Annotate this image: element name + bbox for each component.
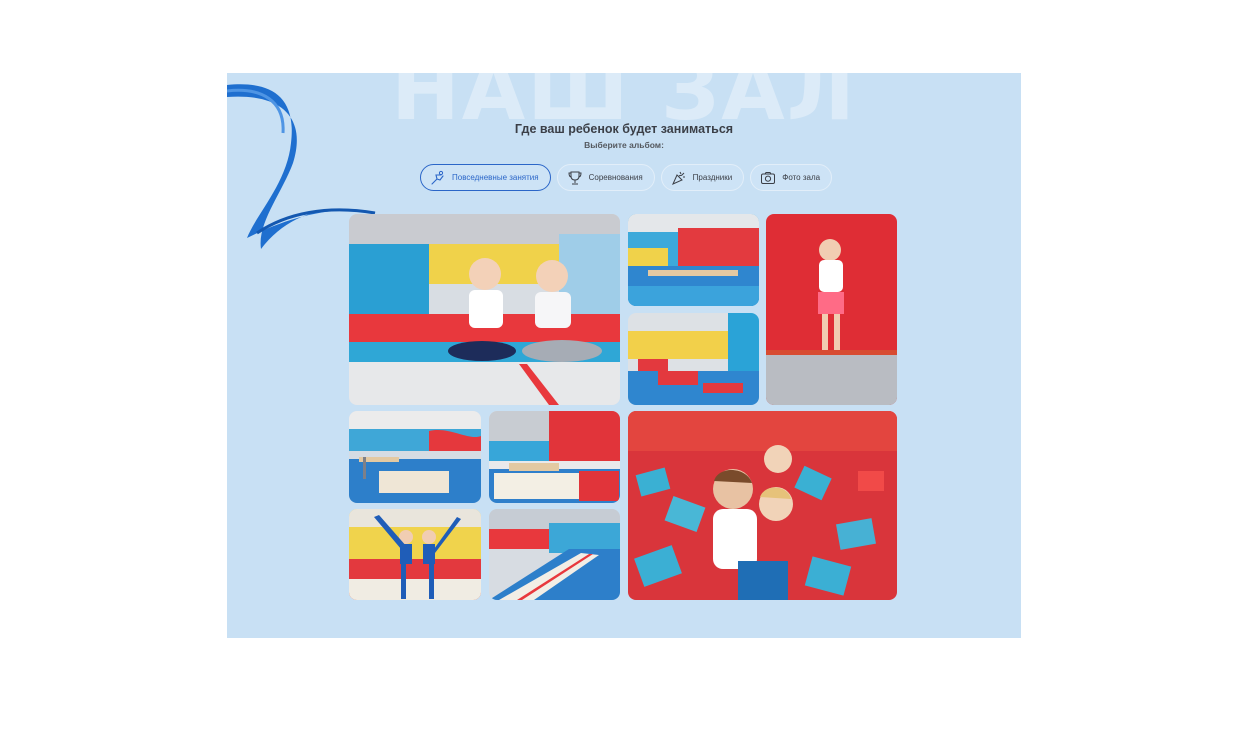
our-gym-section: НАШ ЗАЛ Где ваш ребенок будет заниматься… xyxy=(227,73,1021,638)
trophy-icon xyxy=(568,171,582,184)
tab-competitions[interactable]: Соревнования xyxy=(556,164,655,191)
photo-gym-hall-wide[interactable] xyxy=(628,313,759,405)
camera-icon xyxy=(761,171,776,184)
confetti-icon xyxy=(671,171,685,185)
tab-daily-classes[interactable]: Повседневные занятия xyxy=(420,164,551,191)
tab-holidays[interactable]: Праздники xyxy=(660,164,745,191)
photo-gym-vault[interactable] xyxy=(489,411,620,503)
tab-label: Праздники xyxy=(692,173,733,182)
photo-two-girls-sitting[interactable] xyxy=(349,214,620,405)
photo-gym-beams[interactable] xyxy=(349,411,481,503)
photo-two-girls-splits[interactable] xyxy=(349,509,481,600)
tab-label: Повседневные занятия xyxy=(452,173,539,182)
photo-gym-red-wall[interactable] xyxy=(628,214,759,306)
photo-foam-pit-kids[interactable] xyxy=(628,411,897,600)
tab-label: Фото зала xyxy=(782,173,821,182)
section-subtitle: Выберите альбом: xyxy=(584,140,664,150)
section-title: Где ваш ребенок будет заниматься xyxy=(514,122,734,136)
gymnast-icon xyxy=(431,170,444,185)
photo-girl-jumping-trampoline[interactable] xyxy=(766,214,897,405)
album-tabs: Повседневные занятия Соревнования Праздн… xyxy=(420,164,833,191)
tab-gym-photos[interactable]: Фото зала xyxy=(750,164,833,191)
photo-gym-runway[interactable] xyxy=(489,509,620,600)
tab-label: Соревнования xyxy=(588,173,643,182)
